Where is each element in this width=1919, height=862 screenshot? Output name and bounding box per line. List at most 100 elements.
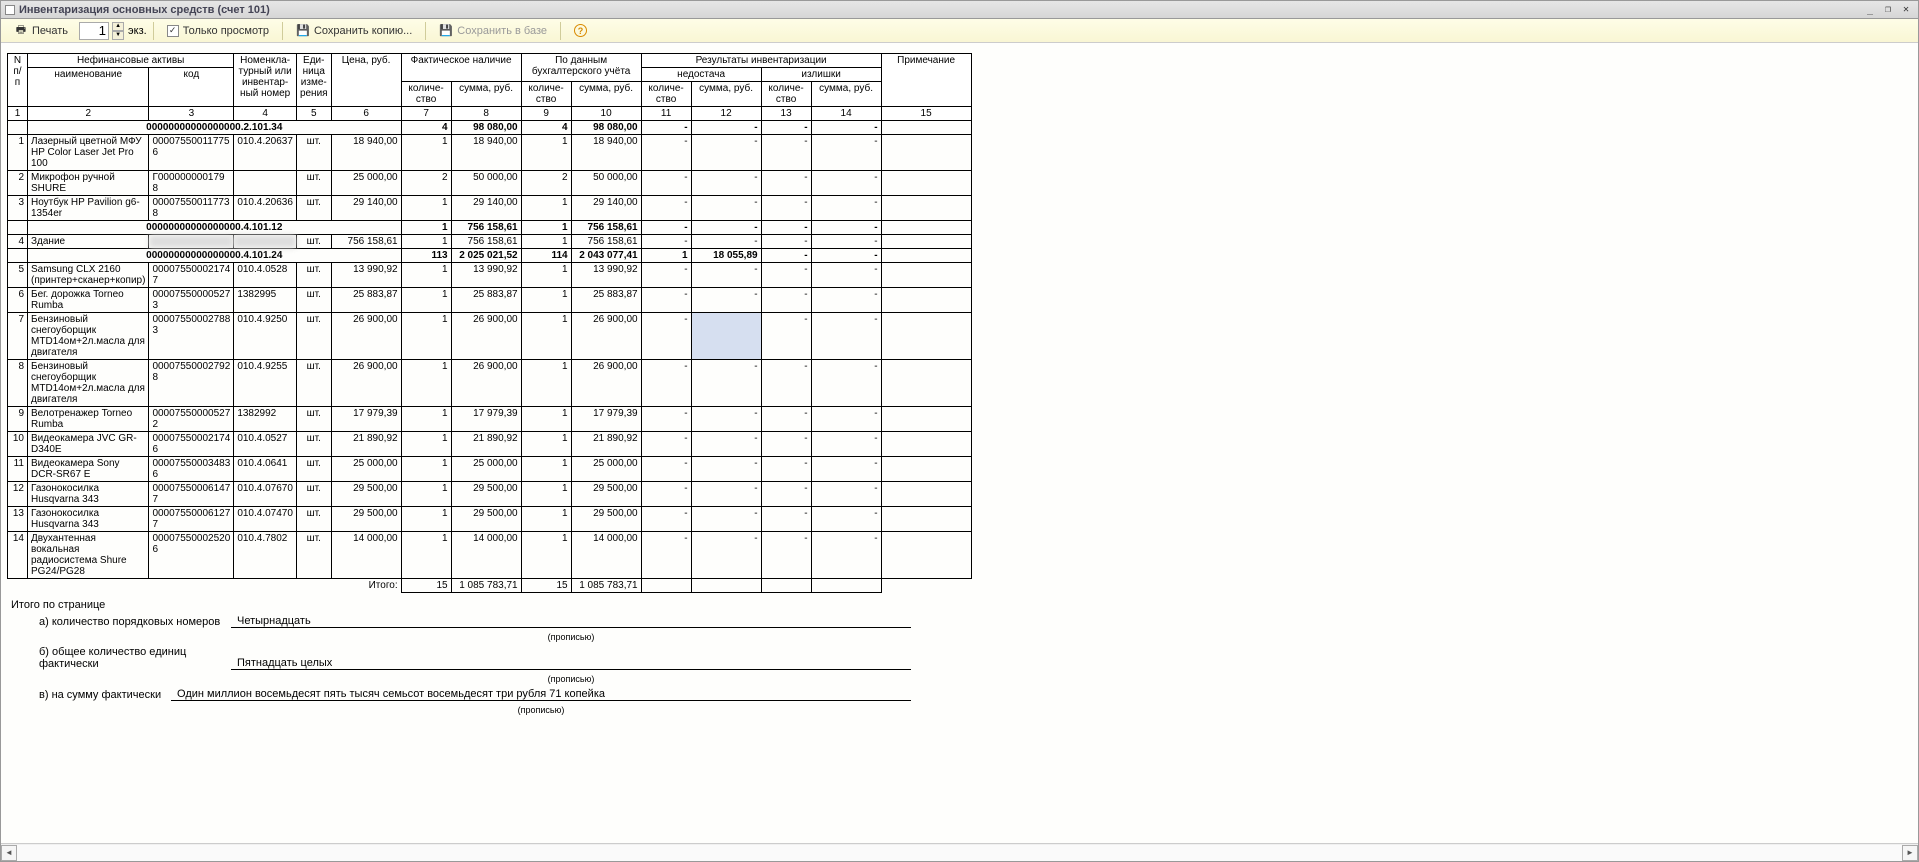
copies-stepper[interactable]: ▲▼ <box>112 22 124 40</box>
cell[interactable]: шт. <box>296 263 331 288</box>
cell[interactable]: шт. <box>296 171 331 196</box>
print-button[interactable]: 🖶 Печать <box>7 22 75 40</box>
cell[interactable]: 1 <box>521 407 571 432</box>
group-row[interactable]: 00000000000000000.2.101.34498 080,00498 … <box>8 121 972 135</box>
cell[interactable] <box>881 360 971 407</box>
cell[interactable]: Бег. дорожка Torneo Rumba <box>28 288 149 313</box>
cell[interactable]: 14 000,00 <box>331 532 401 579</box>
cell[interactable]: 18 940,00 <box>571 135 641 171</box>
cell[interactable]: 1 <box>401 432 451 457</box>
cell[interactable] <box>641 360 691 407</box>
cell[interactable]: 1 <box>521 288 571 313</box>
cell[interactable]: Ноутбук HP Pavilion g6-1354er <box>28 196 149 221</box>
cell[interactable] <box>881 313 971 360</box>
cell[interactable]: 13 990,92 <box>451 263 521 288</box>
table-row[interactable]: 4Зданиешт.756 158,611756 158,611756 158,… <box>8 235 972 249</box>
cell[interactable]: 29 500,00 <box>571 482 641 507</box>
cell[interactable]: 17 979,39 <box>571 407 641 432</box>
cell[interactable] <box>691 407 761 432</box>
cell[interactable] <box>761 121 811 135</box>
cell[interactable]: 00000000000000000.4.101.24 <box>28 249 402 263</box>
cell[interactable]: 010.4.9255 <box>234 360 297 407</box>
table-row[interactable]: 5Samsung CLX 2160 (принтер+сканер+копир)… <box>8 263 972 288</box>
cell[interactable]: 21 890,92 <box>331 432 401 457</box>
cell[interactable] <box>881 121 971 135</box>
cell[interactable]: 15 <box>401 579 451 593</box>
cell[interactable]: 00007550006127 7 <box>149 507 234 532</box>
cell[interactable]: 1 <box>401 313 451 360</box>
cell[interactable]: 756 158,61 <box>571 235 641 249</box>
cell[interactable]: 10 <box>8 432 28 457</box>
cell[interactable]: 98 080,00 <box>451 121 521 135</box>
cell[interactable] <box>761 288 811 313</box>
minimize-button[interactable]: _ <box>1862 3 1878 17</box>
cell[interactable]: шт. <box>296 407 331 432</box>
cell[interactable] <box>761 432 811 457</box>
cell[interactable] <box>811 532 881 579</box>
cell[interactable]: 00007550011775 6 <box>149 135 234 171</box>
cell[interactable] <box>881 135 971 171</box>
cell[interactable]: 1 085 783,71 <box>451 579 521 593</box>
cell[interactable]: 1 <box>401 196 451 221</box>
cell[interactable] <box>691 235 761 249</box>
cell[interactable]: 18 940,00 <box>331 135 401 171</box>
cell[interactable]: 14 <box>8 532 28 579</box>
table-row[interactable]: 8Бензиновый снегоуборщик MTD14ом+2л.масл… <box>8 360 972 407</box>
cell[interactable]: 2 043 077,41 <box>571 249 641 263</box>
help-button[interactable]: ? <box>567 22 594 39</box>
cell[interactable]: 1 <box>401 235 451 249</box>
cell[interactable]: 9 <box>8 407 28 432</box>
cell[interactable]: Газонокосилка Husqvarna 343 <box>28 507 149 532</box>
cell[interactable] <box>761 360 811 407</box>
cell[interactable]: 29 140,00 <box>571 196 641 221</box>
cell[interactable] <box>811 457 881 482</box>
cell[interactable] <box>691 360 761 407</box>
cell[interactable] <box>881 532 971 579</box>
cell[interactable]: 114 <box>521 249 571 263</box>
cell[interactable] <box>641 288 691 313</box>
cell[interactable]: 010.4.0527 <box>234 432 297 457</box>
cell[interactable]: 18 940,00 <box>451 135 521 171</box>
cell[interactable]: 010.4.0641 <box>234 457 297 482</box>
cell[interactable]: 29 140,00 <box>331 196 401 221</box>
cell[interactable]: 4 <box>8 235 28 249</box>
cell[interactable] <box>641 457 691 482</box>
cell[interactable]: 1382992 <box>234 407 297 432</box>
table-row[interactable]: 13Газонокосилка Husqvarna 34300007550006… <box>8 507 972 532</box>
cell[interactable]: 00007550002174 7 <box>149 263 234 288</box>
cell[interactable]: 00007550003483 6 <box>149 457 234 482</box>
cell[interactable]: 010.4.07470 <box>234 507 297 532</box>
cell[interactable] <box>761 482 811 507</box>
cell[interactable] <box>691 507 761 532</box>
cell[interactable] <box>811 407 881 432</box>
cell[interactable]: 2 025 021,52 <box>451 249 521 263</box>
cell[interactable]: 25 000,00 <box>451 457 521 482</box>
cell[interactable]: шт. <box>296 532 331 579</box>
cell[interactable] <box>881 249 971 263</box>
cell[interactable]: 17 979,39 <box>451 407 521 432</box>
cell[interactable] <box>691 288 761 313</box>
cell[interactable] <box>641 121 691 135</box>
cell[interactable] <box>641 171 691 196</box>
cell[interactable]: 1 <box>521 457 571 482</box>
cell[interactable]: 1 <box>401 135 451 171</box>
cell[interactable]: 1 <box>521 432 571 457</box>
document-area[interactable]: N п/п Нефинансовые активы Номенкла- турн… <box>1 43 1918 843</box>
cell[interactable]: шт. <box>296 288 331 313</box>
cell[interactable]: 00007550000527 3 <box>149 288 234 313</box>
table-row[interactable]: 10Видеокамера JVC GR-D340E00007550002174… <box>8 432 972 457</box>
cell[interactable]: 1 <box>521 135 571 171</box>
cell[interactable] <box>641 579 691 593</box>
cell[interactable]: 29 500,00 <box>451 507 521 532</box>
cell[interactable]: Лазерный цветной МФУ HP Color Laser Jet … <box>28 135 149 171</box>
cell[interactable]: 25 000,00 <box>571 457 641 482</box>
cell[interactable] <box>761 196 811 221</box>
cell[interactable]: Итого: <box>8 579 402 593</box>
cell[interactable] <box>881 263 971 288</box>
table-row[interactable]: 6Бег. дорожка Torneo Rumba00007550000527… <box>8 288 972 313</box>
cell[interactable] <box>881 171 971 196</box>
cell[interactable]: 25 883,87 <box>331 288 401 313</box>
cell[interactable]: 113 <box>401 249 451 263</box>
cell[interactable] <box>8 249 28 263</box>
cell[interactable]: 1 <box>521 532 571 579</box>
